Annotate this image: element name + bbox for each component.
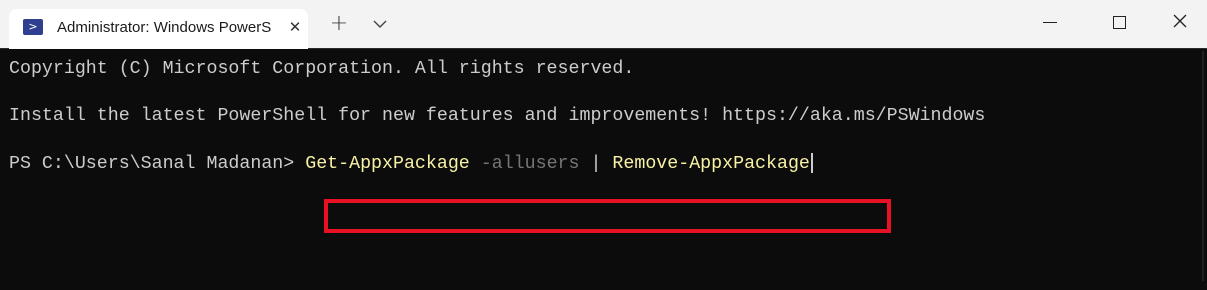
minimize-icon — [1043, 22, 1057, 23]
cmdlet-get-appxpackage: Get-AppxPackage — [305, 154, 470, 174]
tab-title: Administrator: Windows PowerS — [57, 19, 272, 36]
close-icon — [1173, 14, 1187, 28]
install-hint-line: Install the latest PowerShell for new fe… — [9, 106, 986, 126]
pipe-operator: | — [579, 154, 613, 174]
tab-powershell[interactable]: > Administrator: Windows PowerS ✕ — [9, 9, 308, 49]
minimize-button[interactable] — [1027, 0, 1073, 46]
maximize-button[interactable] — [1097, 0, 1143, 46]
prompt: PS C:\Users\Sanal Madanan> — [9, 154, 306, 174]
powershell-icon: > — [23, 19, 43, 35]
tab-close-icon[interactable]: ✕ — [286, 18, 304, 36]
copyright-line: Copyright (C) Microsoft Corporation. All… — [9, 59, 635, 79]
close-button[interactable] — [1157, 0, 1203, 46]
cmdlet-remove-appxpackage: Remove-AppxPackage — [612, 154, 810, 174]
maximize-icon — [1113, 16, 1126, 29]
command-line[interactable]: PS C:\Users\Sanal Madanan> Get-AppxPacka… — [9, 153, 813, 175]
parameter-allusers: -allusers — [469, 154, 580, 174]
title-bar: > Administrator: Windows PowerS ✕ + — [0, 0, 1207, 49]
new-tab-button[interactable]: + — [327, 13, 351, 37]
terminal-output[interactable]: Copyright (C) Microsoft Corporation. All… — [0, 49, 1195, 290]
command-highlight-box — [324, 199, 891, 233]
terminal-window: > Administrator: Windows PowerS ✕ + Copy… — [0, 0, 1207, 290]
text-cursor — [810, 153, 813, 174]
scrollbar-track[interactable] — [1202, 51, 1204, 281]
vertical-scrollbar[interactable] — [1199, 49, 1207, 290]
chevron-down-icon[interactable] — [370, 14, 390, 34]
